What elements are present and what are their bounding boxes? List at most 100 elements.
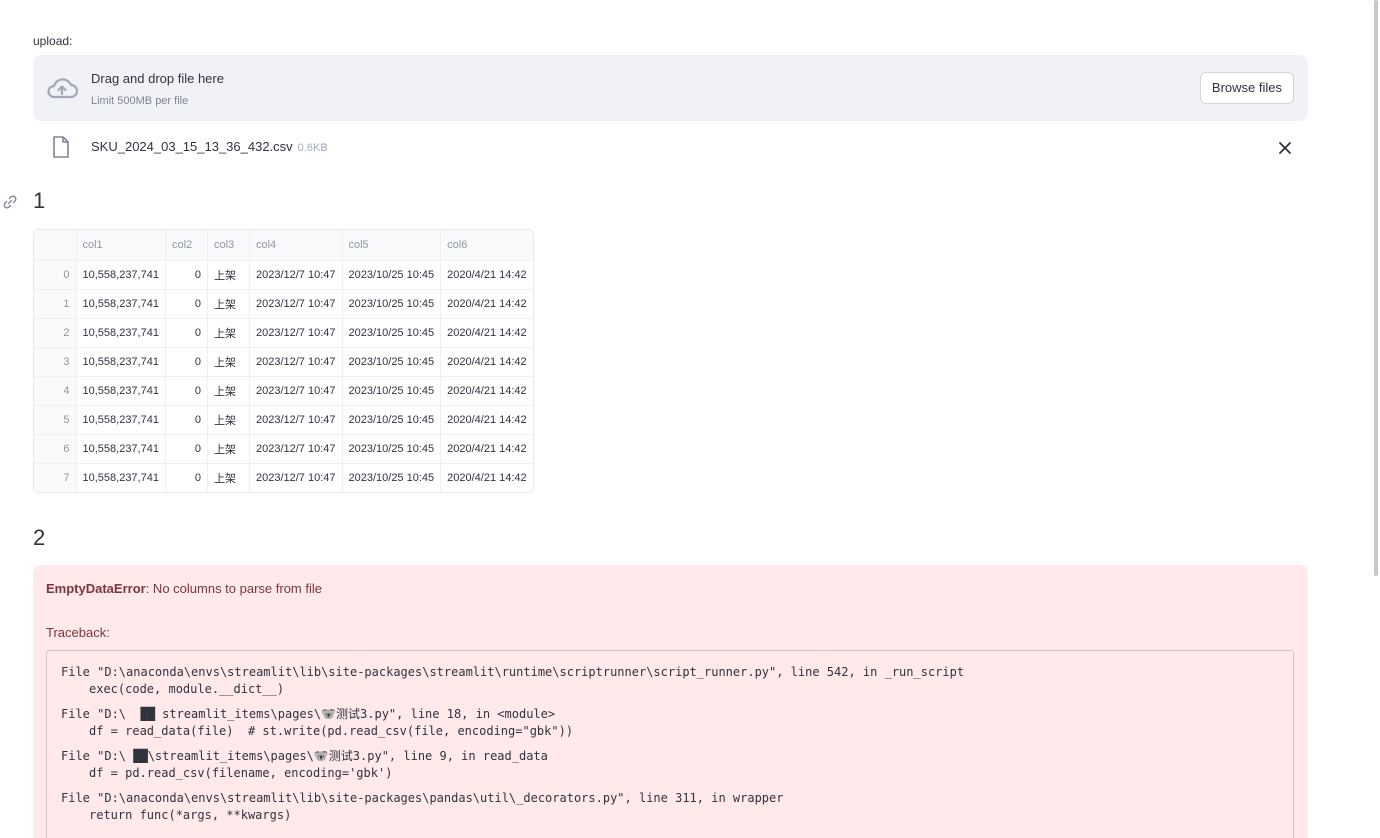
error-message: : No columns to parse from file xyxy=(145,581,322,596)
cell-col4[interactable]: 2023/12/7 10:47 xyxy=(249,347,343,377)
cell-col4[interactable]: 2023/12/7 10:47 xyxy=(249,318,343,348)
cell-col5[interactable]: 2023/10/25 10:45 xyxy=(342,347,442,377)
frame-location: File "D:\ ██\streamlit_items\pages\🐨测试3.… xyxy=(61,749,548,763)
frame-location: File "D:\anaconda\envs\streamlit\lib\sit… xyxy=(61,791,784,805)
cell-col1[interactable]: 10,558,237,741 xyxy=(76,434,166,464)
frame-code: return func(*args, **kwargs) xyxy=(89,808,292,822)
dropzone-limit: Limit 500MB per file xyxy=(91,95,189,107)
cell-col1[interactable]: 10,558,237,741 xyxy=(76,376,166,406)
cell-col3[interactable]: 上架 xyxy=(207,347,250,377)
table-row[interactable]: 6 10,558,237,741 0 上架 2023/12/7 10:47 2023/10… xyxy=(34,434,533,464)
cell-col2[interactable]: 0 xyxy=(165,289,208,319)
cell-col1[interactable]: 10,558,237,741 xyxy=(76,405,166,435)
cell-col5[interactable]: 2023/10/25 10:45 xyxy=(342,376,442,406)
header-col3[interactable]: col3 xyxy=(207,230,250,261)
cell-col5[interactable]: 2023/10/25 10:45 xyxy=(342,260,442,290)
cell-col5[interactable]: 2023/10/25 10:45 xyxy=(342,434,442,464)
cell-col3[interactable]: 上架 xyxy=(207,318,250,348)
uploader-label: upload: xyxy=(33,34,73,48)
cell-index: 5 xyxy=(34,405,77,435)
cell-col6[interactable]: 2020/4/21 14:42 xyxy=(440,289,533,319)
traceback-frame: File "D:\anaconda\envs\streamlit\lib\sit… xyxy=(61,664,1279,698)
dropzone-title: Drag and drop file here xyxy=(91,71,224,86)
file-dropzone[interactable]: Drag and drop file here Limit 500MB per … xyxy=(33,55,1308,121)
cell-col2[interactable]: 0 xyxy=(165,318,208,348)
cell-col5[interactable]: 2023/10/25 10:45 xyxy=(342,463,442,492)
section-heading-2: 2 xyxy=(33,525,46,550)
cell-col2[interactable]: 0 xyxy=(165,347,208,377)
cell-col2[interactable]: 0 xyxy=(165,405,208,435)
dataframe-table: col1 col2 col3 col4 col5 col6 0 10,558,23… xyxy=(34,230,533,492)
header-index xyxy=(34,230,77,261)
cell-col5[interactable]: 2023/10/25 10:45 xyxy=(342,405,442,435)
cell-col5[interactable]: 2023/10/25 10:45 xyxy=(342,289,442,319)
traceback-frame: File "D:\ ██ streamlit_items\pages\🐨测试3.… xyxy=(61,706,1279,740)
header-col4[interactable]: col4 xyxy=(249,230,343,261)
traceback-frame: File "D:\ ██\streamlit_items\pages\🐨测试3.… xyxy=(61,748,1279,782)
cell-col6[interactable]: 2020/4/21 14:42 xyxy=(440,376,533,406)
header-col6[interactable]: col6 xyxy=(440,230,533,261)
cell-index: 3 xyxy=(34,347,77,377)
cell-index: 6 xyxy=(34,434,77,464)
cell-col3[interactable]: 上架 xyxy=(207,434,250,464)
table-row[interactable]: 5 10,558,237,741 0 上架 2023/12/7 10:47 2023/10… xyxy=(34,405,533,435)
cell-col3[interactable]: 上架 xyxy=(207,376,250,406)
cell-col4[interactable]: 2023/12/7 10:47 xyxy=(249,434,343,464)
cell-col3[interactable]: 上架 xyxy=(207,289,250,319)
close-icon[interactable] xyxy=(1276,139,1294,157)
cell-col3[interactable]: 上架 xyxy=(207,260,250,290)
page-scrollbar[interactable] xyxy=(1370,0,1380,838)
cell-col2[interactable]: 0 xyxy=(165,434,208,464)
cell-col1[interactable]: 10,558,237,741 xyxy=(76,463,166,492)
scrollbar-thumb[interactable] xyxy=(1374,0,1378,576)
cell-col2[interactable]: 0 xyxy=(165,260,208,290)
frame-code: exec(code, module.__dict__) xyxy=(89,682,285,696)
table-row[interactable]: 3 10,558,237,741 0 上架 2023/12/7 10:47 2023/10… xyxy=(34,347,533,377)
traceback-label: Traceback: xyxy=(46,625,110,640)
header-col5[interactable]: col5 xyxy=(342,230,442,261)
frame-code: df = read_data(file) # st.write(pd.read_… xyxy=(89,724,574,738)
dataframe[interactable]: col1 col2 col3 col4 col5 col6 0 10,558,23… xyxy=(33,229,534,493)
link-icon[interactable] xyxy=(2,194,18,210)
table-row[interactable]: 4 10,558,237,741 0 上架 2023/12/7 10:47 2023/10… xyxy=(34,376,533,406)
browse-files-button[interactable]: Browse files xyxy=(1199,72,1294,104)
table-row[interactable]: 7 10,558,237,741 0 上架 2023/12/7 10:47 2023/10… xyxy=(34,463,533,492)
cell-col3[interactable]: 上架 xyxy=(207,463,250,492)
cell-col6[interactable]: 2020/4/21 14:42 xyxy=(440,434,533,464)
table-header-row: col1 col2 col3 col4 col5 col6 xyxy=(34,230,533,261)
error-title: EmptyDataError: No columns to parse from… xyxy=(46,581,322,596)
cell-col3[interactable]: 上架 xyxy=(207,405,250,435)
streamlit-page: upload: Drag and drop file here Limit 50… xyxy=(0,0,1380,838)
cell-index: 4 xyxy=(34,376,77,406)
cell-col6[interactable]: 2020/4/21 14:42 xyxy=(441,463,533,492)
cell-col6[interactable]: 2020/4/21 14:42 xyxy=(440,260,533,290)
header-col1[interactable]: col1 xyxy=(76,230,166,261)
header-col2[interactable]: col2 xyxy=(165,230,208,261)
cell-index: 2 xyxy=(34,318,77,348)
cell-index: 7 xyxy=(34,463,77,492)
cell-col4[interactable]: 2023/12/7 10:47 xyxy=(249,376,343,406)
cell-col1[interactable]: 10,558,237,741 xyxy=(76,347,166,377)
table-row[interactable]: 2 10,558,237,741 0 上架 2023/12/7 10:47 2023/10… xyxy=(34,318,533,348)
cell-col6[interactable]: 2020/4/21 14:42 xyxy=(440,347,533,377)
traceback-frame: File "D:\anaconda\envs\streamlit\lib\sit… xyxy=(61,790,1279,824)
section-heading-1: 1 xyxy=(33,188,46,213)
frame-location: File "D:\anaconda\envs\streamlit\lib\sit… xyxy=(61,665,965,679)
cell-col6[interactable]: 2020/4/21 14:42 xyxy=(440,405,533,435)
cell-col4[interactable]: 2023/12/7 10:47 xyxy=(249,289,343,319)
cell-col6[interactable]: 2020/4/21 14:42 xyxy=(440,318,533,348)
file-size: 0.6KB xyxy=(297,142,328,154)
error-type: EmptyDataError xyxy=(46,581,146,596)
cloud-upload-icon xyxy=(47,78,78,99)
cell-col4[interactable]: 2023/12/7 10:47 xyxy=(249,463,343,492)
cell-col5[interactable]: 2023/10/25 10:45 xyxy=(342,318,442,348)
cell-col1[interactable]: 10,558,237,741 xyxy=(76,260,166,290)
cell-col1[interactable]: 10,558,237,741 xyxy=(76,289,166,319)
cell-col1[interactable]: 10,558,237,741 xyxy=(76,318,166,348)
cell-col4[interactable]: 2023/12/7 10:47 xyxy=(249,260,343,290)
cell-col2[interactable]: 0 xyxy=(165,463,208,492)
table-row[interactable]: 1 10,558,237,741 0 上架 2023/12/7 10:47 2023/10… xyxy=(34,289,533,319)
table-row[interactable]: 0 10,558,237,741 0 上架 2023/12/7 10:47 2023/10… xyxy=(34,260,533,290)
cell-col4[interactable]: 2023/12/7 10:47 xyxy=(249,405,343,435)
cell-col2[interactable]: 0 xyxy=(165,376,208,406)
